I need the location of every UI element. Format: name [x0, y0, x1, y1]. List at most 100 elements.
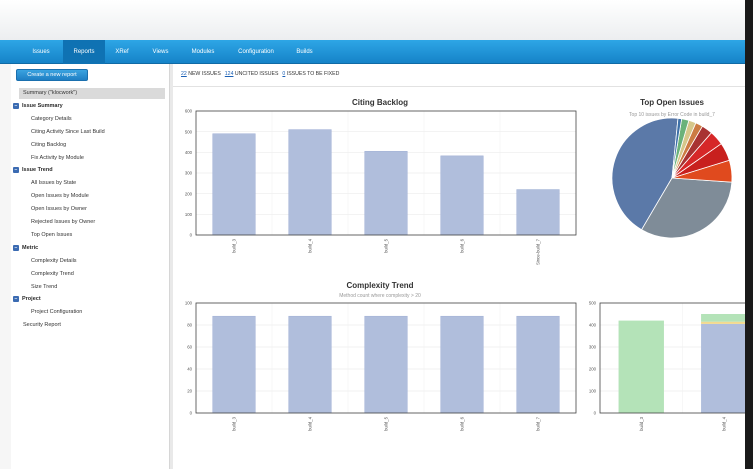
sidebar-item-label: Project: [22, 296, 41, 303]
chart-subtitle: Method count where complexity > 20: [339, 293, 421, 299]
y-tick-label: 500: [185, 129, 193, 134]
left-gutter: [0, 64, 11, 469]
sidebar-item-label: Size Trend: [31, 283, 58, 290]
sidebar-item-project[interactable]: − Project: [13, 294, 41, 305]
chart-title: Citing Backlog: [352, 98, 408, 107]
sidebar-item-issue-trend[interactable]: − Issue Trend: [13, 165, 53, 176]
bar: [440, 155, 484, 236]
sidebar-item-top-open-issues[interactable]: Top Open Issues: [31, 230, 72, 241]
create-report-button[interactable]: Create a new report: [16, 69, 88, 81]
app-window: Issues Reports XRef Views Modules Configurati…: [0, 0, 745, 469]
sidebar-item-label: Complexity Trend: [31, 270, 74, 277]
x-tick-label: build_3: [639, 416, 644, 430]
bar: [701, 323, 745, 413]
sidebar-item-security-report[interactable]: Security Report: [23, 320, 61, 331]
tab-issues[interactable]: Issues: [22, 40, 60, 64]
sidebar-item-summary-klocwork[interactable]: Summary ("klocwork"): [19, 88, 165, 99]
sidebar-item-open-issues-by-owner[interactable]: Open Issues by Owner: [31, 204, 87, 215]
sidebar-item-citing-activity-since-last-build[interactable]: Citing Activity Since Last Build: [31, 127, 105, 138]
sidebar-item-open-issues-by-module[interactable]: Open Issues by Module: [31, 191, 89, 202]
citing-backlog-chart: Citing Backlog 0 100 200 300 400 500 600 build_3…: [185, 98, 577, 265]
sidebar-splitter[interactable]: [169, 64, 173, 469]
sidebar-item-fix-activity-by-module[interactable]: Fix Activity by Module: [31, 153, 84, 164]
bar: [440, 315, 484, 414]
x-tick-label: build_6: [460, 238, 465, 252]
x-tick-label: build_4: [308, 238, 313, 252]
collapse-icon[interactable]: −: [13, 244, 19, 251]
y-tick-label: 0: [190, 411, 193, 416]
tab-builds[interactable]: Builds: [287, 40, 322, 64]
sidebar-item-label: Fix Activity by Module: [31, 154, 84, 161]
y-tick-label: 100: [185, 301, 193, 306]
tab-views[interactable]: Views: [143, 40, 178, 64]
sidebar-item-label: Complexity Details: [31, 257, 77, 264]
sidebar-item-project-configuration[interactable]: Project Configuration: [31, 307, 82, 318]
sidebar: Create a new report Summary ("klocwork")…: [11, 64, 169, 469]
x-tick-label: build_3: [232, 416, 237, 430]
sidebar-item-complexity-details[interactable]: Complexity Details: [31, 256, 77, 267]
bar: [516, 189, 560, 236]
y-tick-label: 300: [589, 345, 597, 350]
sidebar-item-metric[interactable]: − Metric: [13, 243, 38, 254]
x-tick-label: build_7: [536, 416, 541, 430]
bar: [701, 321, 745, 324]
sidebar-item-category-details[interactable]: Category Details: [31, 114, 72, 125]
sidebar-item-label: Top Open Issues: [31, 231, 73, 238]
sidebar-item-label: Security Report: [23, 322, 61, 329]
bar: [701, 314, 745, 322]
x-tick-label: build_6: [460, 416, 465, 430]
header-band: [0, 0, 745, 40]
sidebar-item-complexity-trend[interactable]: Complexity Trend: [31, 269, 74, 280]
sidebar-item-label: Rejected Issues by Owner: [31, 219, 96, 225]
summary-link-label: UNCITED ISSUES: [233, 71, 279, 77]
summary-link-count[interactable]: 22: [181, 71, 187, 77]
sidebar-item-label: All Issues by State: [31, 180, 77, 187]
tab-xref[interactable]: XRef: [107, 40, 137, 64]
tab-reports[interactable]: Reports: [63, 40, 105, 68]
collapse-icon[interactable]: −: [13, 296, 19, 303]
chart-subtitle: Top 10 issues by Error Code in build_7: [629, 112, 715, 118]
bar: [288, 315, 332, 414]
sidebar-item-label: Issue Summary: [22, 102, 63, 109]
x-tick-label: build_3: [232, 238, 237, 252]
sidebar-item-label: Issue Trend: [22, 167, 53, 174]
tab-configuration[interactable]: Configuration: [228, 40, 284, 64]
divider: [173, 86, 745, 87]
summary-link-label: NEW ISSUES: [186, 71, 221, 77]
y-tick-label: 80: [187, 323, 192, 328]
y-tick-label: 100: [185, 212, 193, 217]
x-tick-label: build_4: [308, 416, 313, 430]
collapse-icon[interactable]: −: [13, 102, 19, 109]
sidebar-item-label: Project Configuration: [31, 309, 83, 316]
y-tick-label: 100: [589, 389, 597, 394]
size-trend-chart: 0 100 200 300 400 500 build_3 build_4: [589, 301, 745, 431]
sidebar-item-rejected-issues-by-owner[interactable]: Rejected Issues by Owner: [31, 217, 95, 228]
tab-modules[interactable]: Modules: [182, 40, 224, 64]
summary-links: 22 NEW ISSUES 124 UNCITED ISSUES 0 ISSUES …: [181, 71, 343, 81]
bar: [212, 315, 256, 414]
collapse-icon[interactable]: −: [13, 167, 19, 174]
x-tick-label: build_5: [384, 238, 389, 252]
summary-link-label: ISSUES TO BE FIXED: [285, 71, 340, 77]
x-tick-label: build_5: [384, 416, 389, 430]
sidebar-item-label: Citing Backlog: [31, 141, 67, 148]
sidebar-item-size-trend[interactable]: Size Trend: [31, 282, 57, 293]
sidebar-item-citing-backlog[interactable]: Citing Backlog: [31, 140, 66, 151]
sidebar-item-label: Citing Activity Since Last Build: [31, 128, 105, 135]
chart-title: Top Open Issues: [640, 98, 704, 107]
bar: [212, 133, 256, 236]
sidebar-item-all-issues-by-state[interactable]: All Issues by State: [31, 178, 76, 189]
sidebar-item-label: Category Details: [31, 115, 72, 122]
sidebar-item-issue-summary[interactable]: − Issue Summary: [13, 101, 63, 112]
y-tick-label: 200: [589, 367, 597, 372]
y-tick-label: 500: [589, 301, 597, 306]
y-tick-label: 40: [187, 367, 192, 372]
y-tick-label: 200: [185, 191, 193, 196]
bar: [364, 151, 408, 236]
bar: [618, 320, 664, 413]
y-tick-label: 300: [185, 171, 193, 176]
top-open-issues-chart: Top Open Issues Top 10 issues by Error Co…: [611, 98, 733, 239]
x-tick-label: Since-build_7: [536, 238, 541, 265]
y-tick-label: 0: [594, 411, 597, 416]
bar: [364, 315, 408, 414]
